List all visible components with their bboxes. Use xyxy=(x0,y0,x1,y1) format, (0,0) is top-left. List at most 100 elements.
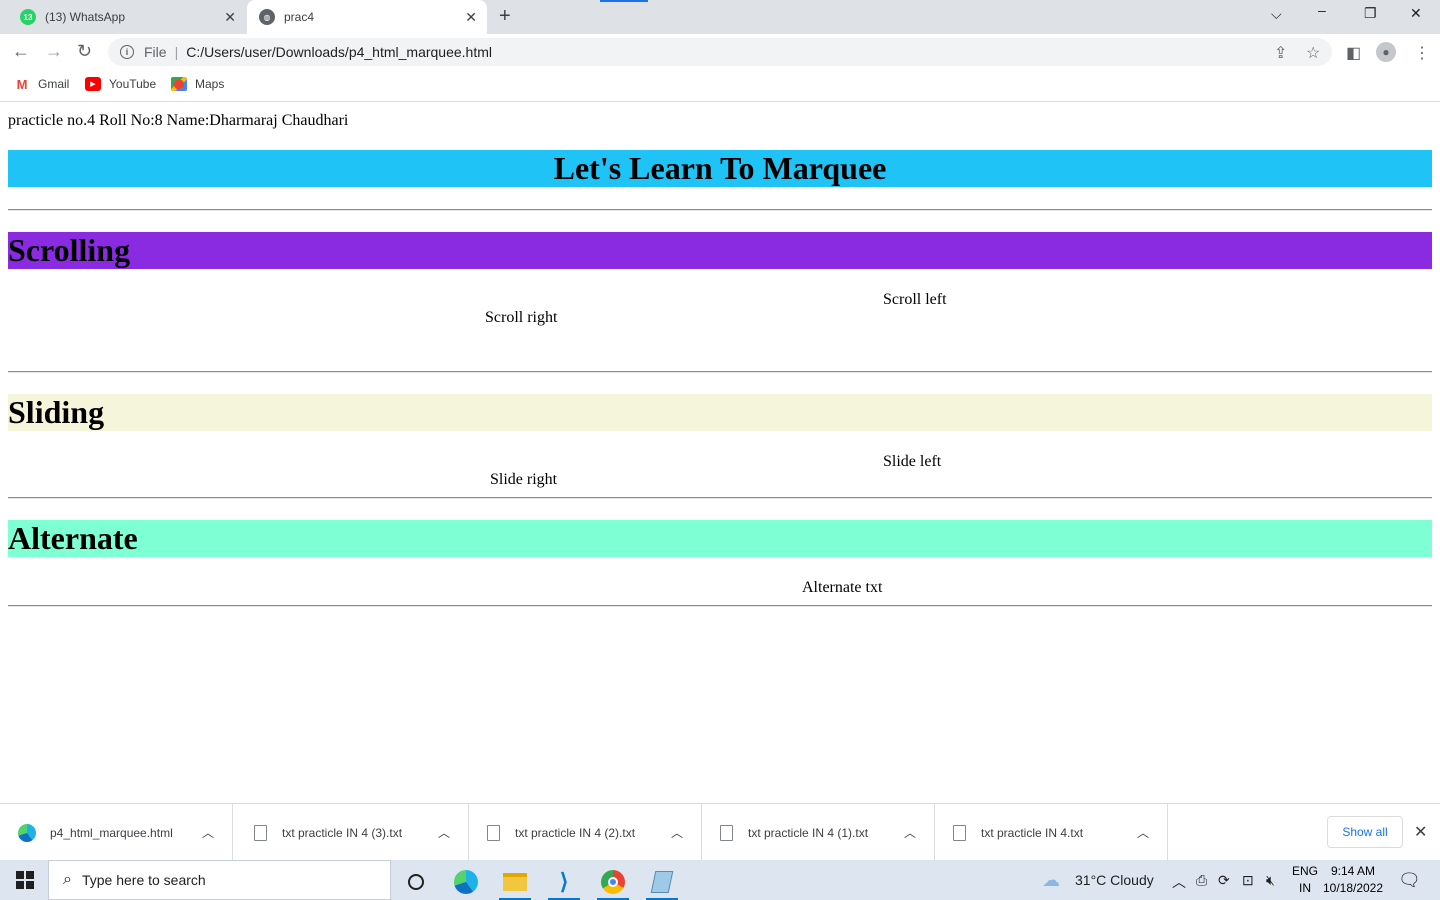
share-icon[interactable]: ⇪ xyxy=(1274,43,1287,63)
download-item[interactable]: p4_html_marquee.html ︿ xyxy=(0,804,233,861)
vscode-icon[interactable]: ⟩ xyxy=(544,864,584,900)
tab-title: (13) WhatsApp xyxy=(45,10,126,24)
browser-toolbar: ← → ↻ i File | C:/Users/user/Downloads/p… xyxy=(0,34,1440,70)
download-item[interactable]: txt practicle IN 4 (1).txt ︿ xyxy=(702,804,935,861)
taskbar-search[interactable]: ⌕ Type here to search xyxy=(48,860,391,900)
tab-strip: 13 (13) WhatsApp ✕ ◍ prac4 ✕ + ⌵ – ❐ ✕ xyxy=(0,0,1440,34)
close-shelf-icon[interactable]: ✕ xyxy=(1414,822,1427,842)
download-item[interactable]: txt practicle IN 4.txt ︿ xyxy=(935,804,1168,861)
input-language[interactable]: ENG IN xyxy=(1290,863,1320,897)
scroll-right-marquee: Scroll right xyxy=(485,309,558,326)
windows-taskbar: ⌕ Type here to search ⟩ ☁ 31°C Cloudy ︿ … xyxy=(0,860,1440,900)
horizontal-rule xyxy=(8,497,1432,499)
minimize-icon[interactable]: – xyxy=(1318,2,1326,18)
tab-accent-bar xyxy=(600,0,648,2)
chevron-up-icon[interactable]: ︿ xyxy=(202,824,214,841)
volume-muted-icon[interactable]: 🔇︎ xyxy=(1266,872,1275,889)
close-tab-icon[interactable]: ✕ xyxy=(465,9,477,26)
download-filename: txt practicle IN 4 (2).txt xyxy=(515,825,636,840)
bookmark-gmail[interactable]: M Gmail xyxy=(14,76,70,92)
file-explorer-icon[interactable] xyxy=(495,864,535,900)
bookmark-label: YouTube xyxy=(109,77,157,91)
info-icon[interactable]: i xyxy=(120,45,134,59)
chevron-up-icon[interactable]: ︿ xyxy=(671,824,683,841)
tab-prac4[interactable]: ◍ prac4 ✕ xyxy=(247,0,487,34)
scrolling-heading: Scrolling xyxy=(8,232,1432,269)
address-bar[interactable]: i File | C:/Users/user/Downloads/p4_html… xyxy=(108,38,1332,66)
search-icon: ⌕ xyxy=(63,871,72,888)
bookmark-label: Gmail xyxy=(38,77,70,91)
horizontal-rule xyxy=(8,605,1432,607)
lang-line: ENG xyxy=(1291,864,1318,878)
tab-search-icon[interactable]: ⌵ xyxy=(1271,6,1282,23)
download-item[interactable]: txt practicle IN 4 (3).txt ︿ xyxy=(236,804,469,861)
scroll-left-marquee: Scroll left xyxy=(883,291,947,308)
restore-icon[interactable]: ❐ xyxy=(1364,5,1377,22)
chevron-up-icon[interactable]: ︿ xyxy=(1172,872,1186,892)
text-file-icon xyxy=(953,824,966,841)
side-panel-icon[interactable]: ◧ xyxy=(1346,43,1361,63)
tab-whatsapp[interactable]: 13 (13) WhatsApp ✕ xyxy=(8,0,246,34)
show-all-button[interactable]: Show all xyxy=(1327,816,1403,848)
text-file-icon xyxy=(720,824,733,841)
edge-file-icon xyxy=(18,823,36,842)
alternate-heading: Alternate xyxy=(8,520,1432,557)
web-page: practicle no.4 Roll No:8 Name:Dharmaraj … xyxy=(0,103,1440,803)
notepad-icon[interactable] xyxy=(642,864,682,900)
bookmark-star-icon[interactable]: ☆ xyxy=(1306,43,1320,63)
network-icon[interactable]: ⊡ xyxy=(1242,872,1254,889)
download-item[interactable]: txt practicle IN 4 (2).txt ︿ xyxy=(469,804,702,861)
download-filename: txt practicle IN 4.txt xyxy=(981,825,1084,840)
horizontal-rule xyxy=(8,209,1432,211)
page-title: Let's Learn To Marquee xyxy=(8,150,1432,187)
clock-date: 10/18/2022 xyxy=(1322,881,1384,895)
bookmarks-bar: M Gmail ▶ YouTube ⬤ Maps xyxy=(0,70,1440,102)
url-text: C:/Users/user/Downloads/p4_html_marquee.… xyxy=(186,44,493,60)
chevron-up-icon[interactable]: ︿ xyxy=(904,824,916,841)
chevron-up-icon[interactable]: ︿ xyxy=(438,824,450,841)
download-filename: txt practicle IN 4 (3).txt xyxy=(282,825,403,840)
whatsapp-icon: 13 xyxy=(20,9,36,25)
cloud-icon: ☁ xyxy=(1042,870,1060,890)
text-file-icon xyxy=(487,824,500,841)
downloads-shelf: p4_html_marquee.html ︿ txt practicle IN … xyxy=(0,803,1440,861)
weather-text[interactable]: 31°C Cloudy xyxy=(1075,872,1154,888)
youtube-icon: ▶ xyxy=(85,77,101,91)
globe-icon: ◍ xyxy=(259,9,275,25)
download-filename: txt practicle IN 4 (1).txt xyxy=(748,825,869,840)
maps-icon: ⬤ xyxy=(171,77,187,91)
menu-icon[interactable]: ⋮ xyxy=(1414,43,1430,63)
search-placeholder: Type here to search xyxy=(81,872,206,888)
cortana-icon[interactable] xyxy=(396,864,436,900)
meet-icon[interactable]: ⎙ xyxy=(1196,872,1207,889)
bookmark-label: Maps xyxy=(195,77,225,91)
edge-icon[interactable] xyxy=(446,864,486,900)
url-scheme: File xyxy=(144,44,167,60)
url-separator: | xyxy=(174,44,179,60)
alternate-marquee: Alternate txt xyxy=(802,579,883,596)
close-window-icon[interactable]: ✕ xyxy=(1410,5,1422,22)
horizontal-rule xyxy=(8,371,1432,373)
slide-right-marquee: Slide right xyxy=(490,471,558,488)
gmail-icon: M xyxy=(16,76,28,92)
close-tab-icon[interactable]: ✕ xyxy=(224,9,236,26)
lang-line: IN xyxy=(1299,881,1311,895)
back-icon[interactable]: ← xyxy=(12,41,30,62)
system-clock[interactable]: 9:14 AM 10/18/2022 xyxy=(1322,863,1384,897)
profile-icon[interactable]: ● xyxy=(1376,42,1396,62)
intro-text: practicle no.4 Roll No:8 Name:Dharmaraj … xyxy=(8,112,349,129)
chrome-icon[interactable] xyxy=(593,864,633,900)
bookmark-youtube[interactable]: ▶ YouTube xyxy=(85,77,156,91)
bookmark-maps[interactable]: ⬤ Maps xyxy=(171,77,224,91)
notifications-icon[interactable]: 🗨︎ xyxy=(1398,870,1421,891)
sync-icon[interactable]: ⟳ xyxy=(1218,872,1230,889)
forward-icon[interactable]: → xyxy=(45,41,63,62)
slide-left-marquee: Slide left xyxy=(883,453,942,470)
windows-start-icon[interactable] xyxy=(16,871,34,889)
clock-time: 9:14 AM xyxy=(1330,864,1376,878)
download-filename: p4_html_marquee.html xyxy=(50,825,173,840)
sliding-heading: Sliding xyxy=(8,394,1432,431)
chevron-up-icon[interactable]: ︿ xyxy=(1137,824,1149,841)
new-tab-button[interactable]: + xyxy=(499,5,511,28)
reload-icon[interactable]: ↻ xyxy=(77,41,92,62)
